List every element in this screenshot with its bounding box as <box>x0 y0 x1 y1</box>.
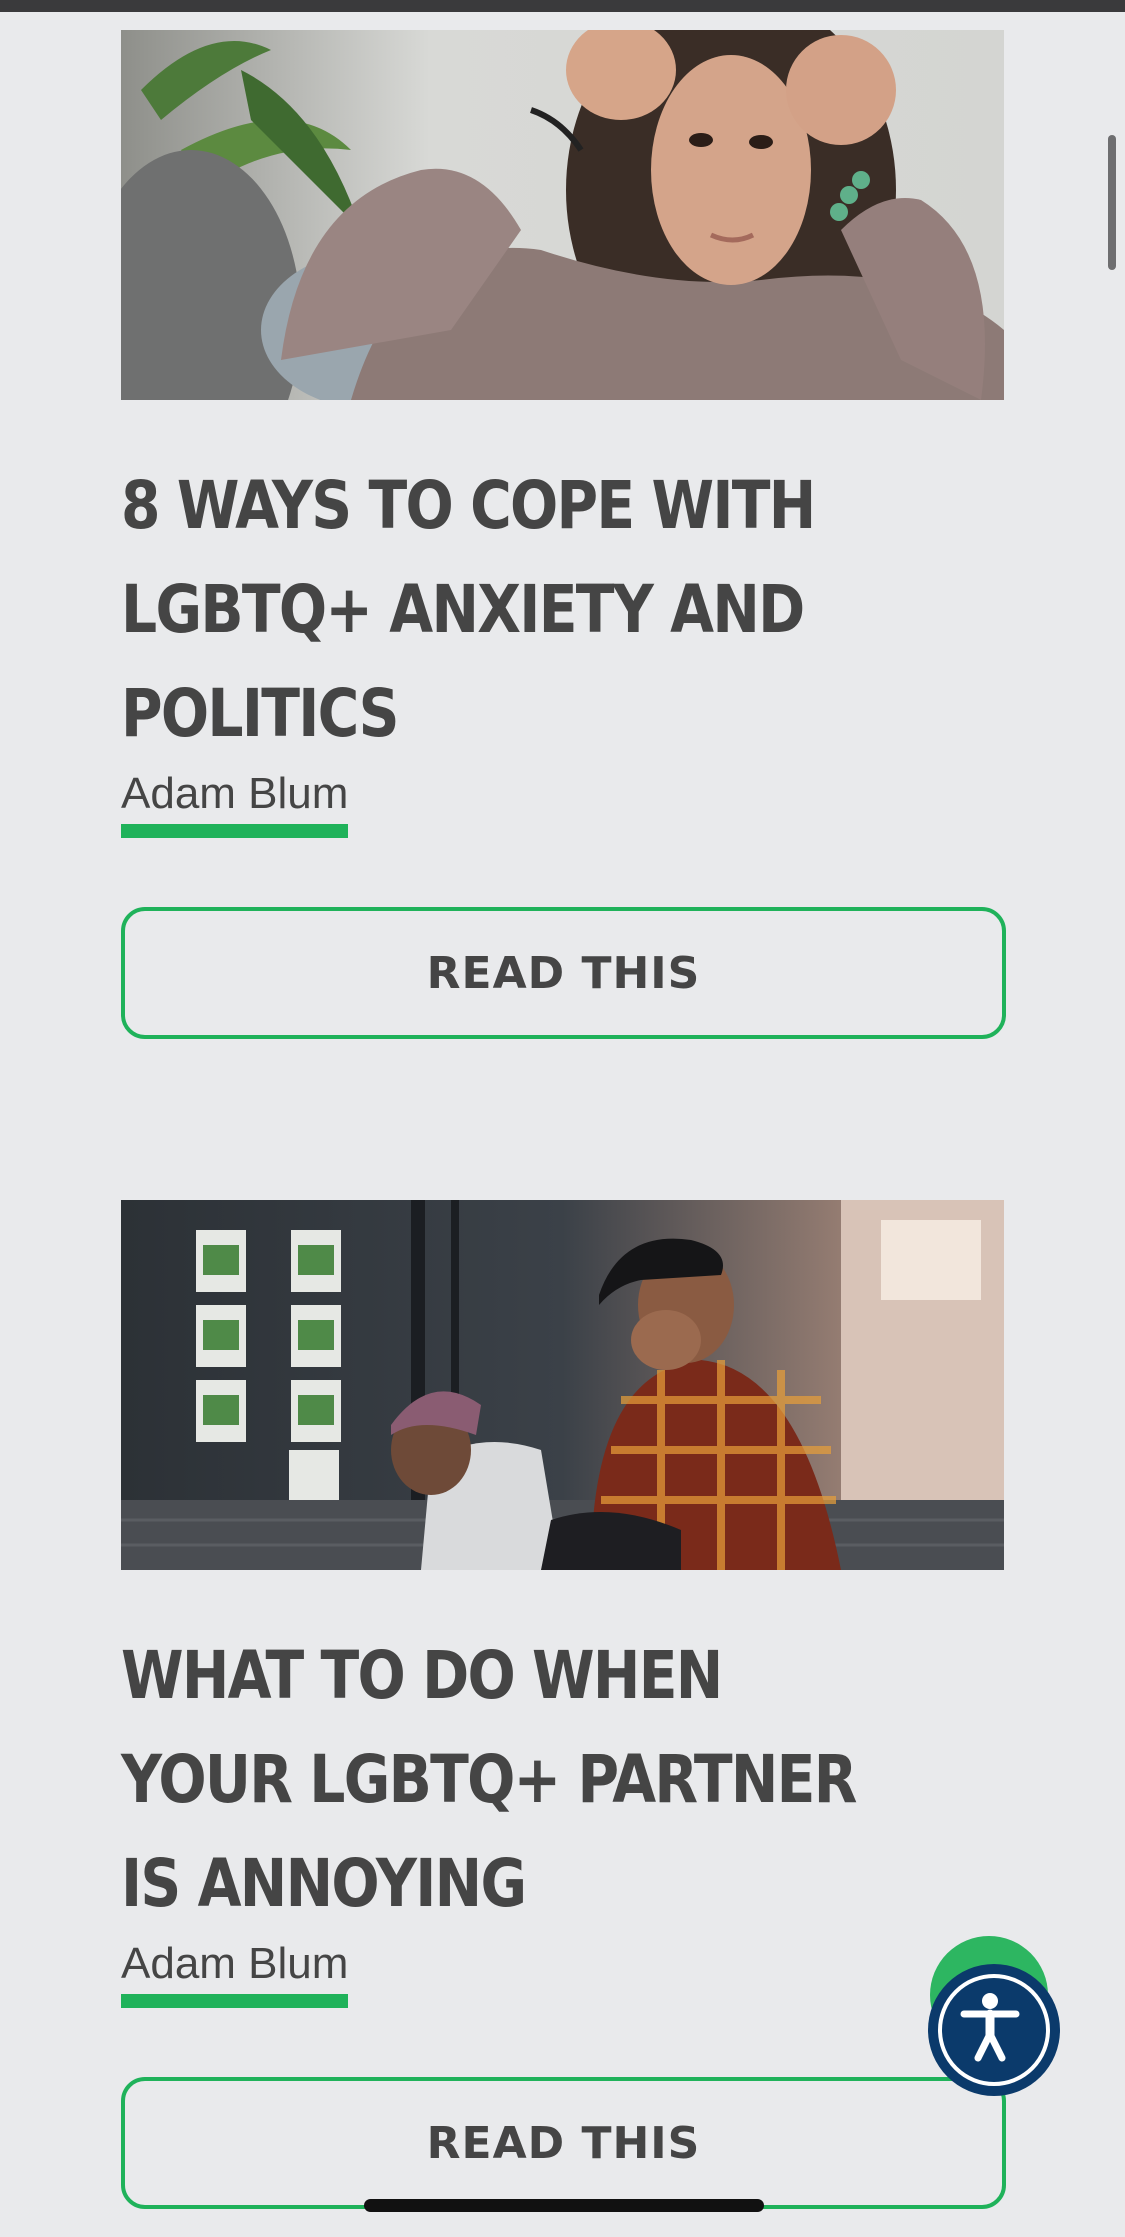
article-card: WHAT TO DO WHEN YOUR LGBTQ+ PARTNER IS A… <box>121 1200 1006 2209</box>
article-title[interactable]: WHAT TO DO WHEN YOUR LGBTQ+ PARTNER IS A… <box>121 1624 895 1936</box>
article-author-link[interactable]: Adam Blum <box>121 768 349 838</box>
article-card: 8 WAYS TO COPE WITH LGBTQ+ ANXIETY AND P… <box>121 30 1006 1039</box>
accessibility-button[interactable] <box>928 1964 1060 2096</box>
top-status-strip <box>0 0 1125 12</box>
scrollbar-thumb[interactable] <box>1108 135 1116 270</box>
accessibility-widget <box>928 1936 1064 2096</box>
article-author-link[interactable]: Adam Blum <box>121 1938 349 2008</box>
stressed-woman-photo <box>121 30 1004 400</box>
article-title[interactable]: 8 WAYS TO COPE WITH LGBTQ+ ANXIETY AND P… <box>121 454 895 766</box>
accessibility-icon <box>938 1974 1050 2086</box>
article-image[interactable] <box>121 30 1004 400</box>
home-indicator[interactable] <box>364 2199 764 2212</box>
article-image[interactable] <box>121 1200 1004 1570</box>
two-men-sitting-photo <box>121 1200 1004 1570</box>
read-this-button[interactable]: READ THIS <box>121 907 1006 1039</box>
read-this-button[interactable]: READ THIS <box>121 2077 1006 2209</box>
